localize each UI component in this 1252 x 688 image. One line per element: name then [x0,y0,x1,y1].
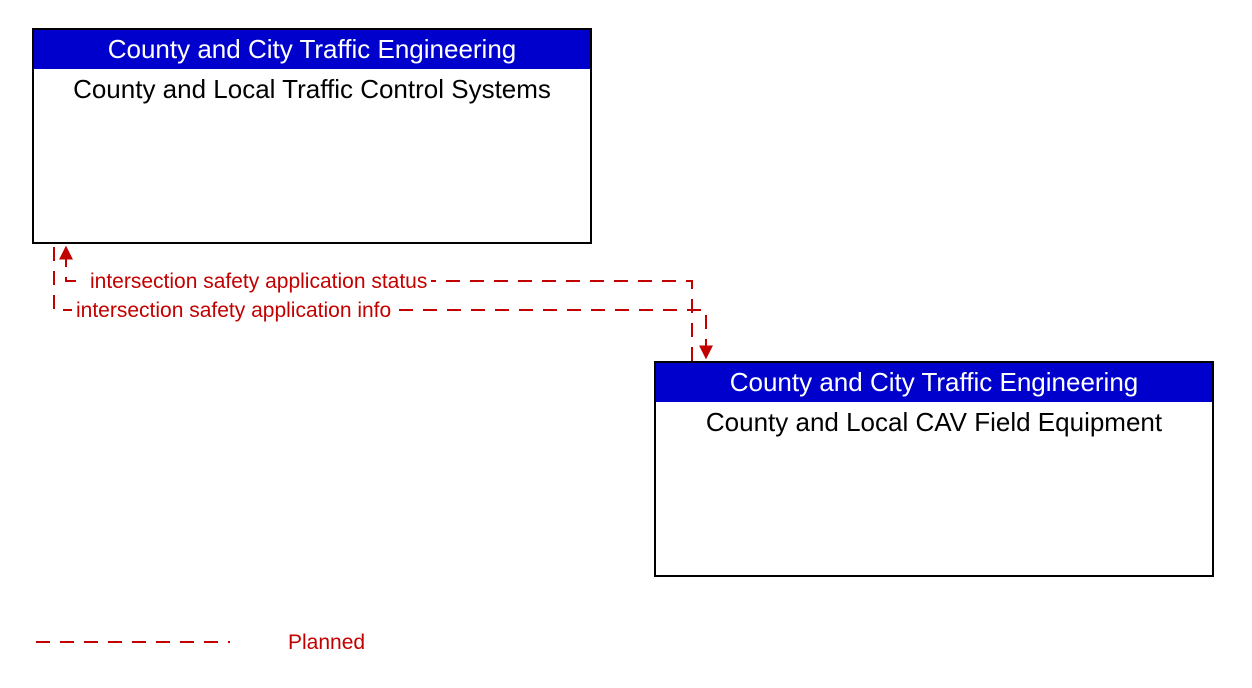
node-body: County and Local Traffic Control Systems [34,69,590,111]
node-body: County and Local CAV Field Equipment [656,402,1212,444]
node-cav-field-equipment: County and City Traffic Engineering Coun… [654,361,1214,577]
legend-planned: Planned [288,631,365,655]
node-traffic-control-systems: County and City Traffic Engineering Coun… [32,28,592,244]
flow-label-status: intersection safety application status [86,270,431,294]
node-header: County and City Traffic Engineering [656,363,1212,402]
node-header: County and City Traffic Engineering [34,30,590,69]
flow-label-info: intersection safety application info [72,299,395,323]
